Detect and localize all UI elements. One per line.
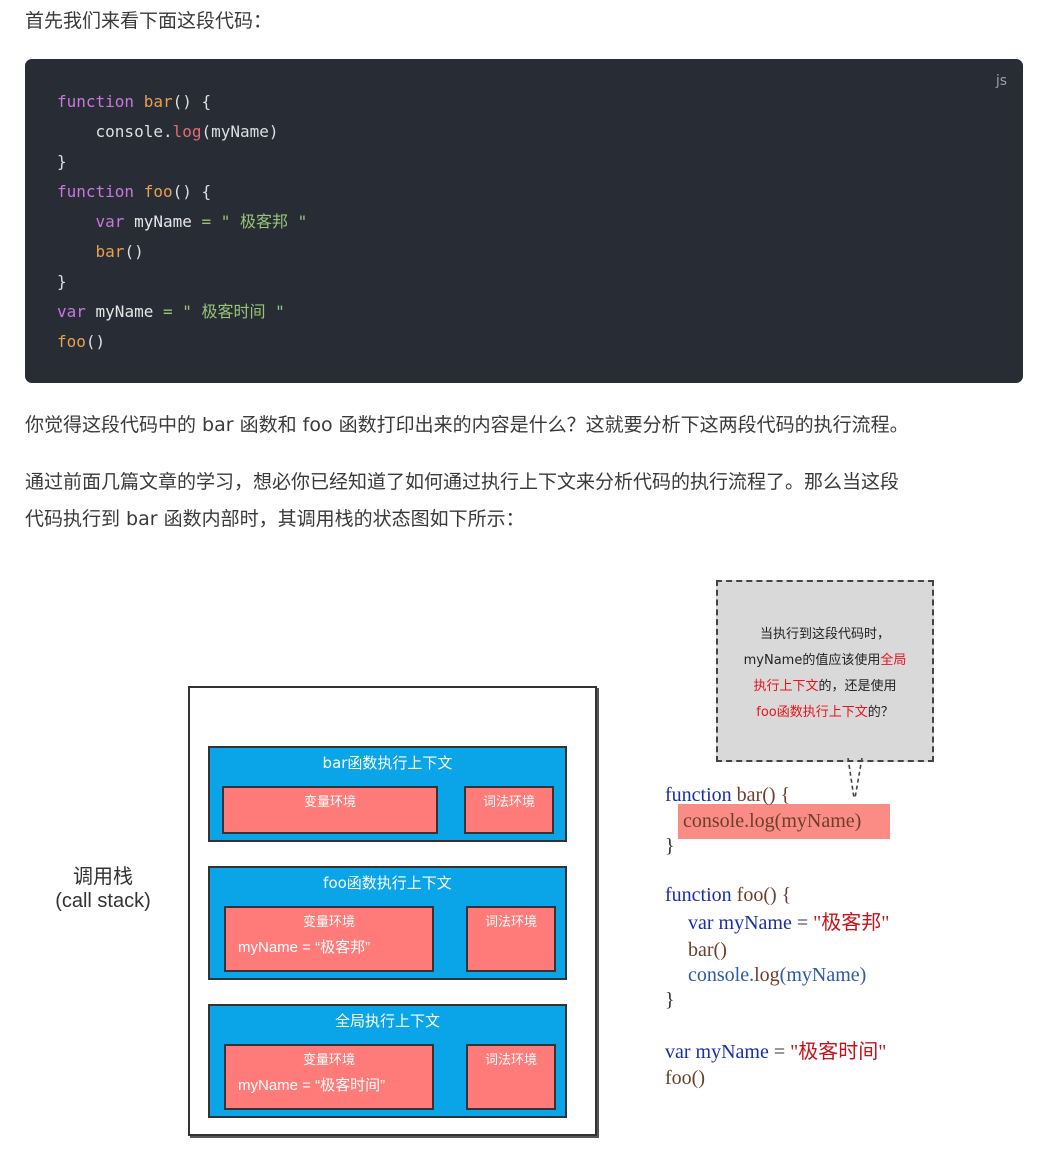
context-title: 全局执行上下文 xyxy=(334,1012,440,1030)
code-line: bar() xyxy=(95,242,144,261)
call-stack-diagram: 调用栈 (call stack) bar函数执行上下文 变量环境 词法环境 fo… xyxy=(0,560,1057,1158)
right-code-line: foo() xyxy=(665,1067,705,1089)
right-code-line: function bar() { xyxy=(665,784,791,806)
right-code-line: bar() xyxy=(688,939,727,961)
code-line: var myName = " 极客邦 " xyxy=(57,212,308,231)
code-line: console.log(myName) xyxy=(57,122,279,141)
global-context: 全局执行上下文 变量环境 myName = “极客时间” 词法环境 xyxy=(208,1004,567,1118)
variable-environment: 变量环境 myName = “极客时间” xyxy=(224,1044,434,1110)
right-code-line: console.log(myName) xyxy=(683,810,862,832)
intro-text: 首先我们来看下面这段代码： xyxy=(25,10,273,32)
code-line: } xyxy=(57,272,67,291)
variable-environment: 变量环境 myName = “极客邦” xyxy=(224,906,434,972)
code-line: var myName = " 极客时间 " xyxy=(57,302,285,321)
stack-label-en: (call stack) xyxy=(55,890,151,912)
right-code-line: } xyxy=(665,989,675,1011)
bubble-tail-icon xyxy=(847,758,863,799)
explain-paragraph-line1: 通过前面几篇文章的学习，想必你已经知道了如何通过执行上下文来分析代码的执行流程了… xyxy=(25,471,900,493)
code-language-label: js xyxy=(995,73,1007,89)
question-bubble: 当执行到这段代码时， myName的值应该使用全局 执行上下文的，还是使用 fo… xyxy=(716,580,934,762)
code-line: } xyxy=(57,152,67,171)
code-block: js function bar() { console.log(myName) … xyxy=(25,59,1023,383)
code-lines: function bar() { console.log(myName) } f… xyxy=(57,87,307,357)
context-title: foo函数执行上下文 xyxy=(323,874,452,892)
right-code-line: } xyxy=(665,835,675,857)
code-line: function foo() { xyxy=(57,182,212,201)
variable-environment: 变量环境 xyxy=(222,786,438,834)
bar-context: bar函数执行上下文 变量环境 词法环境 xyxy=(208,746,567,842)
context-title: bar函数执行上下文 xyxy=(322,754,453,772)
variable-value: myName = “极客时间” xyxy=(238,1077,386,1094)
lexical-environment: 词法环境 xyxy=(464,786,554,834)
explain-paragraph-line2: 代码执行到 bar 函数内部时，其调用栈的状态图如下所示： xyxy=(25,508,525,530)
code-line: foo() xyxy=(57,332,106,351)
lexical-environment: 词法环境 xyxy=(466,1044,556,1110)
foo-context: foo函数执行上下文 变量环境 myName = “极客邦” 词法环境 xyxy=(208,866,567,980)
right-code-line: function foo() { xyxy=(665,884,792,906)
right-code-line: console.log(myName) xyxy=(688,964,867,986)
bubble-text: 当执行到这段代码时， myName的值应该使用全局 执行上下文的，还是使用 fo… xyxy=(743,627,907,720)
variable-value: myName = “极客邦” xyxy=(238,939,371,956)
question-paragraph: 你觉得这段代码中的 bar 函数和 foo 函数打印出来的内容是什么？这就要分析… xyxy=(25,414,909,436)
right-code-line: var myName = "极客邦" xyxy=(688,912,890,934)
code-line: function bar() { xyxy=(57,92,212,111)
lexical-environment: 词法环境 xyxy=(466,906,556,972)
right-code-line: var myName = "极客时间" xyxy=(665,1041,887,1063)
call-stack-frame: bar函数执行上下文 变量环境 词法环境 foo函数执行上下文 变量环境 myN… xyxy=(188,686,597,1136)
stack-label: 调用栈 xyxy=(73,866,133,888)
